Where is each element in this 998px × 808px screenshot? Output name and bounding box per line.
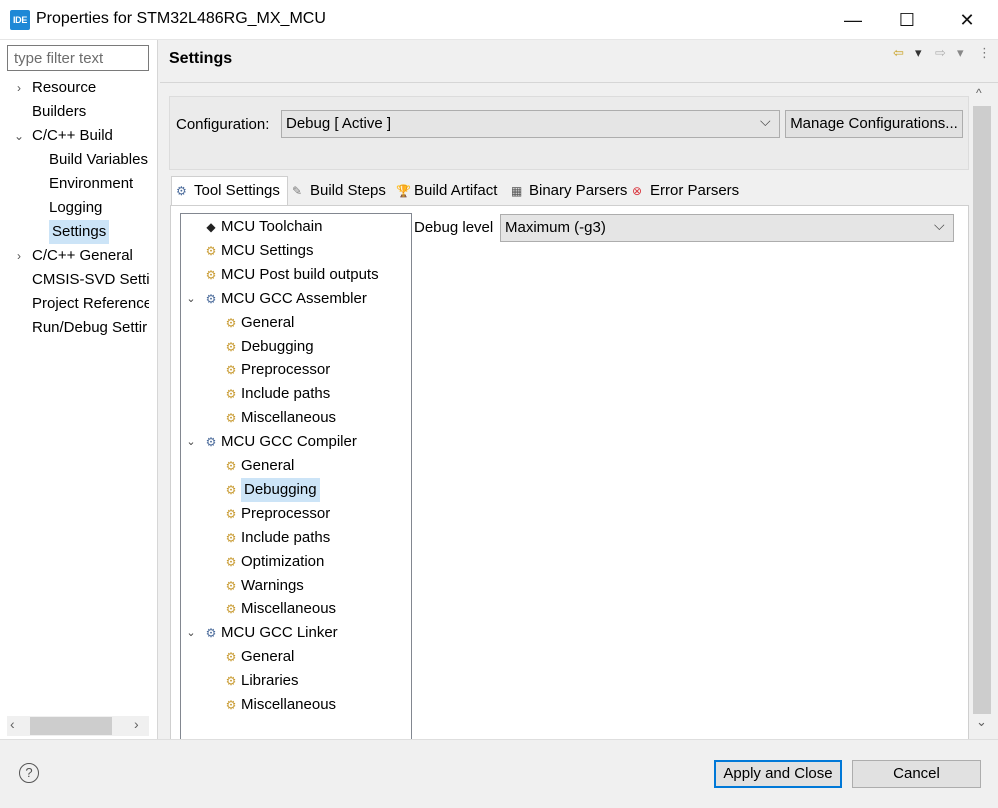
- nav-item-settings[interactable]: Settings: [49, 220, 110, 244]
- close-button[interactable]: ✕: [940, 0, 994, 40]
- tool-option-icon: ⚙: [205, 291, 217, 306]
- tree-item-warnings[interactable]: Warnings: [241, 574, 304, 598]
- tree-item-general[interactable]: General: [241, 454, 294, 478]
- tool-option-icon: ⚙: [225, 315, 237, 330]
- tab-error-parsers[interactable]: Error Parsers: [650, 178, 739, 204]
- scroll-up-icon[interactable]: ^: [976, 86, 982, 100]
- tab-tool-settings[interactable]: Tool Settings: [194, 178, 280, 204]
- tool-option-icon: ⚙: [225, 674, 237, 689]
- app-icon: IDE: [10, 10, 30, 30]
- tab-binary-parsers[interactable]: Binary Parsers: [529, 178, 627, 204]
- tree-item-include-paths[interactable]: Include paths: [241, 382, 330, 406]
- back-arrow-icon[interactable]: ⇦: [893, 45, 904, 61]
- dialog-footer: [0, 739, 998, 808]
- chevron-right-icon[interactable]: ›: [12, 244, 26, 268]
- maximize-button[interactable]: ☐: [880, 0, 934, 40]
- nav-item-builders[interactable]: Builders: [32, 100, 86, 124]
- scroll-right-icon[interactable]: ›: [134, 716, 139, 732]
- nav-item-logging[interactable]: Logging: [49, 196, 102, 220]
- nav-item-c-c-general[interactable]: C/C++ General: [32, 244, 133, 268]
- tab-build-steps[interactable]: Build Steps: [310, 178, 386, 204]
- chevron-down-icon[interactable]: ⌄: [12, 124, 26, 148]
- scroll-left-icon[interactable]: ‹: [10, 716, 15, 732]
- tree-item-mcu-settings[interactable]: MCU Settings: [221, 239, 314, 263]
- tree-item-miscellaneous[interactable]: Miscellaneous: [241, 406, 336, 430]
- tree-item-include-paths[interactable]: Include paths: [241, 526, 330, 550]
- tool-option-icon: ⚙: [225, 459, 237, 473]
- configuration-select[interactable]: Debug [ Active ]: [281, 110, 780, 138]
- view-menu-icon[interactable]: ⋮: [978, 45, 991, 61]
- tree-item-preprocessor[interactable]: Preprocessor: [241, 358, 330, 382]
- cancel-button[interactable]: Cancel: [852, 760, 981, 788]
- tool-option-icon: ⚙: [205, 243, 217, 258]
- nav-item-environment[interactable]: Environment: [49, 172, 133, 196]
- tree-item-optimization[interactable]: Optimization: [241, 550, 324, 574]
- chevron-down-icon[interactable]: ⌵: [934, 217, 945, 234]
- tab-binary-parsers-icon: ▦: [511, 184, 523, 198]
- vertical-scroll-thumb[interactable]: [973, 106, 991, 714]
- debug-level-label: Debug level: [414, 219, 494, 236]
- tool-option-icon: ⚙: [225, 387, 237, 402]
- nav-item-run-debug-settir[interactable]: Run/Debug Settir: [32, 316, 147, 340]
- tree-item-debugging[interactable]: Debugging: [241, 335, 314, 359]
- tree-item-debugging[interactable]: Debugging: [241, 477, 320, 502]
- tab-build-artifact[interactable]: Build Artifact: [414, 178, 497, 204]
- chevron-down-icon[interactable]: ⌄: [184, 621, 198, 645]
- tool-option-icon: ⚙: [225, 578, 237, 593]
- tree-item-mcu-gcc-linker[interactable]: MCU GCC Linker: [221, 621, 338, 645]
- tool-option-icon: ⚙: [205, 267, 217, 282]
- forward-dropdown-icon[interactable]: ▾: [957, 45, 964, 61]
- tab-error-parsers-icon: ⊗: [632, 184, 643, 198]
- help-icon[interactable]: ?: [19, 763, 39, 783]
- forward-arrow-icon[interactable]: ⇨: [935, 45, 946, 61]
- scroll-down-icon[interactable]: ⌄: [976, 714, 987, 730]
- tab-tool-settings-icon: ⚙: [176, 184, 187, 198]
- page-title: Settings: [169, 50, 233, 67]
- tab-build-steps-icon: ✎: [292, 184, 303, 198]
- tree-item-mcu-gcc-compiler[interactable]: MCU GCC Compiler: [221, 430, 357, 454]
- nav-scroll-thumb[interactable]: [30, 717, 112, 735]
- apply-and-close-button[interactable]: Apply and Close: [714, 760, 842, 788]
- configuration-label: Configuration:: [176, 116, 270, 133]
- tree-item-mcu-gcc-assembler[interactable]: MCU GCC Assembler: [221, 287, 367, 311]
- tool-option-icon: ⚙: [225, 482, 237, 497]
- tree-item-preprocessor[interactable]: Preprocessor: [241, 502, 330, 526]
- tool-option-icon: ⚙: [225, 650, 237, 665]
- tool-option-icon: ⚙: [225, 602, 237, 617]
- manage-configurations-button[interactable]: Manage Configurations...: [785, 110, 963, 138]
- tool-option-icon: ⚙: [225, 530, 237, 545]
- tree-item-general[interactable]: General: [241, 645, 294, 669]
- tool-option-icon: ⚙: [225, 554, 237, 569]
- tool-option-icon: ⚙: [205, 435, 217, 450]
- tree-item-mcu-toolchain[interactable]: MCU Toolchain: [221, 215, 322, 239]
- tool-option-icon: ⚙: [225, 339, 237, 354]
- tool-option-icon: ⚙: [225, 698, 237, 712]
- chevron-down-icon[interactable]: ⌄: [184, 430, 198, 454]
- back-dropdown-icon[interactable]: ▾: [915, 45, 922, 61]
- tool-option-icon: ⚙: [205, 626, 217, 641]
- chevron-down-icon[interactable]: ⌄: [184, 287, 198, 311]
- header-divider: [160, 82, 998, 83]
- tree-item-mcu-post-build-outputs[interactable]: MCU Post build outputs: [221, 263, 379, 287]
- nav-item-build-variables[interactable]: Build Variables: [49, 148, 148, 172]
- tool-option-icon: ⚙: [225, 506, 237, 521]
- debug-level-select[interactable]: Maximum (-g3): [500, 214, 954, 242]
- tool-option-icon: ⚙: [225, 411, 237, 426]
- filter-input[interactable]: [7, 45, 149, 71]
- tree-item-general[interactable]: General: [241, 311, 294, 335]
- minimize-button[interactable]: —: [826, 0, 880, 40]
- chevron-right-icon[interactable]: ›: [12, 76, 26, 100]
- tab-build-artifact-icon: 🏆: [396, 184, 411, 198]
- nav-item-resource[interactable]: Resource: [32, 76, 96, 100]
- window-title: Properties for STM32L486RG_MX_MCU: [36, 10, 326, 27]
- tree-item-miscellaneous[interactable]: Miscellaneous: [241, 693, 336, 717]
- tool-option-icon: ⚙: [225, 363, 237, 378]
- nav-item-c-c-build[interactable]: C/C++ Build: [32, 124, 113, 148]
- tree-item-miscellaneous[interactable]: Miscellaneous: [241, 597, 336, 621]
- tree-item-libraries[interactable]: Libraries: [241, 669, 299, 693]
- chevron-down-icon[interactable]: ⌵: [760, 113, 771, 130]
- nav-item-cmsis-svd-setti[interactable]: CMSIS-SVD Setti: [32, 268, 149, 292]
- nav-item-project-reference[interactable]: Project Reference:: [32, 292, 149, 316]
- toolchain-icon: ◆: [206, 220, 216, 234]
